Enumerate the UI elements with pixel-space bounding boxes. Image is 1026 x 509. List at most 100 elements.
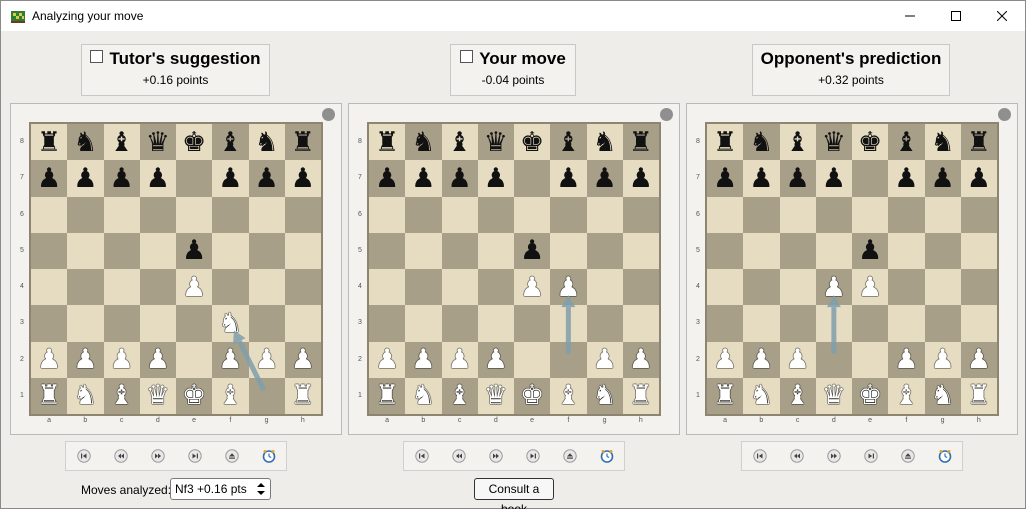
white-queen-icon[interactable]: ♛: [484, 382, 508, 409]
square-g7[interactable]: ♟: [248, 160, 285, 197]
square-b5[interactable]: [743, 232, 780, 269]
black-rook-icon[interactable]: ♜: [291, 129, 315, 156]
square-a8[interactable]: ♜: [707, 124, 744, 161]
square-a6[interactable]: [707, 196, 744, 233]
square-f5[interactable]: [888, 232, 925, 269]
white-bishop-icon[interactable]: ♝: [786, 382, 810, 409]
square-d1[interactable]: ♛: [815, 377, 852, 414]
square-a1[interactable]: ♜: [31, 377, 68, 414]
square-h3[interactable]: [284, 305, 321, 342]
square-b5[interactable]: [67, 232, 104, 269]
white-pawn-icon[interactable]: ♟: [931, 346, 955, 373]
square-c4[interactable]: [441, 269, 478, 306]
square-g6[interactable]: [586, 196, 623, 233]
black-bishop-icon[interactable]: ♝: [786, 129, 810, 156]
black-queen-icon[interactable]: ♛: [822, 129, 846, 156]
square-h4[interactable]: [960, 269, 997, 306]
square-f8[interactable]: ♝: [550, 124, 587, 161]
white-knight-icon[interactable]: ♞: [593, 382, 617, 409]
square-f2[interactable]: [550, 341, 587, 378]
black-pawn-icon[interactable]: ♟: [931, 165, 955, 192]
white-pawn-icon[interactable]: ♟: [73, 346, 97, 373]
square-d5[interactable]: [477, 232, 514, 269]
square-g3[interactable]: [586, 305, 623, 342]
square-h7[interactable]: ♟: [284, 160, 321, 197]
black-rook-icon[interactable]: ♜: [629, 129, 653, 156]
white-king-icon[interactable]: ♚: [858, 382, 882, 409]
black-pawn-icon[interactable]: ♟: [37, 165, 61, 192]
white-pawn-icon[interactable]: ♟: [713, 346, 737, 373]
square-a4[interactable]: [707, 269, 744, 306]
black-pawn-icon[interactable]: ♟: [146, 165, 170, 192]
square-h6[interactable]: [284, 196, 321, 233]
eject-button[interactable]: [896, 446, 920, 466]
square-e7[interactable]: [176, 160, 213, 197]
black-pawn-icon[interactable]: ♟: [375, 165, 399, 192]
square-e3[interactable]: [514, 305, 551, 342]
square-g6[interactable]: [924, 196, 961, 233]
black-queen-icon[interactable]: ♛: [146, 129, 170, 156]
square-b6[interactable]: [67, 196, 104, 233]
square-g8[interactable]: ♞: [924, 124, 961, 161]
square-a8[interactable]: ♜: [369, 124, 406, 161]
square-g5[interactable]: [586, 232, 623, 269]
white-pawn-icon[interactable]: ♟: [484, 346, 508, 373]
square-f8[interactable]: ♝: [212, 124, 249, 161]
chess-board[interactable]: ♜ ♞ ♝ ♛ ♚ ♝ ♞ ♜ ♟ ♟ ♟ ♟ ♟ ♟ ♟ ♟ ♟ ♞ ♟ ♟ ♟ ♟ ♟ ♟ ♟ ♜ ♞ ♝ ♛ ♚ ♝ ♜: [31, 124, 321, 414]
square-c5[interactable]: [103, 232, 140, 269]
black-knight-icon[interactable]: ♞: [749, 129, 773, 156]
square-g1[interactable]: [248, 377, 285, 414]
square-g8[interactable]: ♞: [586, 124, 623, 161]
white-knight-icon[interactable]: ♞: [931, 382, 955, 409]
white-pawn-icon[interactable]: ♟: [629, 346, 653, 373]
white-pawn-icon[interactable]: ♟: [146, 346, 170, 373]
square-g1[interactable]: ♞: [924, 377, 961, 414]
square-g3[interactable]: [248, 305, 285, 342]
square-f4[interactable]: [888, 269, 925, 306]
white-bishop-icon[interactable]: ♝: [556, 382, 580, 409]
square-b6[interactable]: [743, 196, 780, 233]
black-king-icon[interactable]: ♚: [858, 129, 882, 156]
white-rook-icon[interactable]: ♜: [629, 382, 653, 409]
white-bishop-icon[interactable]: ♝: [894, 382, 918, 409]
white-pawn-icon[interactable]: ♟: [218, 346, 242, 373]
white-rook-icon[interactable]: ♜: [37, 382, 61, 409]
black-knight-icon[interactable]: ♞: [931, 129, 955, 156]
black-pawn-icon[interactable]: ♟: [894, 165, 918, 192]
previous-move-button[interactable]: [785, 446, 809, 466]
square-h6[interactable]: [960, 196, 997, 233]
square-h1[interactable]: ♜: [622, 377, 659, 414]
square-a3[interactable]: [707, 305, 744, 342]
square-b6[interactable]: [405, 196, 442, 233]
square-a7[interactable]: ♟: [31, 160, 68, 197]
square-h4[interactable]: [284, 269, 321, 306]
square-a1[interactable]: ♜: [369, 377, 406, 414]
square-h6[interactable]: [622, 196, 659, 233]
black-bishop-icon[interactable]: ♝: [110, 129, 134, 156]
square-h8[interactable]: ♜: [622, 124, 659, 161]
square-h8[interactable]: ♜: [284, 124, 321, 161]
white-pawn-icon[interactable]: ♟: [110, 346, 134, 373]
black-pawn-icon[interactable]: ♟: [749, 165, 773, 192]
white-pawn-icon[interactable]: ♟: [749, 346, 773, 373]
black-queen-icon[interactable]: ♛: [484, 129, 508, 156]
your-move-checkbox[interactable]: [460, 50, 474, 63]
white-knight-icon[interactable]: ♞: [218, 310, 242, 337]
square-b3[interactable]: [405, 305, 442, 342]
square-f1[interactable]: ♝: [888, 377, 925, 414]
square-h3[interactable]: [622, 305, 659, 342]
white-rook-icon[interactable]: ♜: [713, 382, 737, 409]
white-queen-icon[interactable]: ♛: [146, 382, 170, 409]
black-pawn-icon[interactable]: ♟: [629, 165, 653, 192]
square-c1[interactable]: ♝: [441, 377, 478, 414]
square-f6[interactable]: [888, 196, 925, 233]
square-a4[interactable]: [31, 269, 68, 306]
square-d7[interactable]: ♟: [139, 160, 176, 197]
square-b3[interactable]: [743, 305, 780, 342]
square-b1[interactable]: ♞: [67, 377, 104, 414]
square-f7[interactable]: ♟: [888, 160, 925, 197]
square-b7[interactable]: ♟: [743, 160, 780, 197]
square-e1[interactable]: ♚: [514, 377, 551, 414]
square-a5[interactable]: [707, 232, 744, 269]
black-pawn-icon[interactable]: ♟: [484, 165, 508, 192]
